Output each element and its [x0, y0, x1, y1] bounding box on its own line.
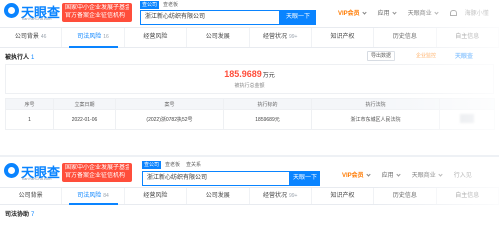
blurred-content	[460, 114, 474, 123]
header-nav: VIP会员 应用 天眼商业 行入见	[342, 170, 484, 179]
eye-logo-icon	[4, 163, 19, 178]
search-button[interactable]: 天眼一下	[290, 171, 320, 186]
business-link[interactable]: 天眼商业	[408, 8, 439, 17]
chevron-down-icon	[434, 10, 439, 15]
extra-link[interactable]: 行入见	[454, 170, 472, 179]
table-row[interactable]: 1 2022-01-06 (2022)浙0782执52号 1859689元 浙江…	[5, 109, 495, 130]
tab-history[interactable]: 历史信息	[374, 188, 437, 204]
tab-judicial-risk[interactable]: 司法风险 16	[62, 28, 125, 48]
cell-court: 浙江市东城区人民法院	[311, 109, 440, 130]
amount-summary: 185.9689万元 被执行总金额	[5, 64, 494, 94]
search-input[interactable]: 浙江新心纺织有限公司	[140, 10, 280, 25]
promo-line-2: 官方备案企业征信机构	[65, 173, 126, 179]
tab-operating-status[interactable]: 经营状况 99+	[250, 188, 312, 204]
search-tab-company[interactable]: 查公司	[140, 1, 160, 9]
executed-table: 序号 立案日期 案号 执行标的 执行法院 1 2022-01-06 (2022)…	[5, 98, 495, 130]
screenshot-top: 天眼查 TianYanCha.com 国家中小企业发展子基金旗下 官方备案企业征…	[0, 0, 499, 155]
section-title: 司法协助 7	[5, 212, 35, 218]
col-header-actions	[439, 98, 495, 110]
tab-company-development[interactable]: 公司发展	[187, 188, 250, 204]
search-type-tabs: 查公司 查老板 查关系	[142, 161, 205, 169]
col-header-date: 立案日期	[53, 98, 116, 110]
tab-operating-risk[interactable]: 经营风险	[125, 188, 188, 204]
site-header: 天眼查 TianYanCha.com 国家中小企业发展子基金旗下 官方备案企业征…	[0, 0, 499, 28]
total-amount-label: 被执行总金额	[234, 83, 265, 89]
search-type-tabs: 查公司 查老板	[140, 1, 182, 9]
cell-index: 1	[5, 109, 54, 130]
company-tabs: 公司背景 46 司法风险 16 经营风险 公司发展 经营状况 99+ 知识产权 历史信…	[0, 28, 499, 48]
section-header: 司法协助 7	[0, 205, 499, 221]
brand-sub: TianYanCha.com	[21, 176, 52, 181]
promo-line-2: 官方备案企业征信机构	[65, 13, 126, 19]
col-header-case: 案号	[115, 98, 224, 110]
brand-logo[interactable]: 天眼查 TianYanCha.com	[4, 2, 62, 22]
cell-actions	[439, 109, 495, 130]
app-link[interactable]: 应用	[378, 8, 397, 17]
tab-operating-risk[interactable]: 经营风险	[125, 28, 188, 47]
promo-line-1: 国家中小企业发展子基金旗下	[65, 5, 129, 11]
tab-self-info[interactable]: 自主信息	[437, 28, 499, 47]
total-amount: 185.9689万元	[224, 69, 275, 79]
eye-logo-icon	[4, 3, 19, 18]
tab-judicial-risk[interactable]: 司法风险 84	[62, 188, 125, 205]
export-button[interactable]: 导出数据	[367, 51, 396, 61]
header-nav: VIP会员 应用 天眼商业 海豚小懂	[338, 8, 499, 17]
tab-history[interactable]: 历史信息	[374, 28, 437, 47]
chevron-down-icon	[438, 172, 443, 177]
vip-link[interactable]: VIP会员	[342, 170, 371, 179]
cell-amount: 1859689元	[223, 109, 312, 130]
section-header: 被执行人 1 导出数据 企业监控 天眼查	[0, 48, 499, 64]
brand-sub: TianYanCha.com	[21, 16, 52, 21]
vip-link[interactable]: VIP会员	[338, 8, 367, 17]
search-tab-company[interactable]: 查公司	[142, 161, 162, 169]
search-tab-boss[interactable]: 查老板	[161, 1, 180, 9]
screenshot-bottom: 天眼查 TianYanCha.com 国家中小企业发展子基金旗下 官方备案企业征…	[0, 157, 499, 243]
search-tab-relation[interactable]: 查关系	[184, 161, 203, 169]
business-link[interactable]: 天眼商业	[412, 170, 443, 179]
search-input[interactable]: 浙江新心纺织有限公司	[142, 171, 290, 186]
promo-badge: 国家中小企业发展子基金旗下 官方备案企业征信机构	[62, 163, 132, 182]
user-menu[interactable]: 海豚小懂	[465, 8, 489, 17]
tab-company-development[interactable]: 公司发展	[187, 28, 250, 47]
search-tab-boss[interactable]: 查老板	[163, 161, 182, 169]
cell-date: 2022-01-06	[53, 109, 116, 130]
chevron-down-icon	[362, 10, 367, 15]
search-button[interactable]: 天眼一下	[280, 10, 316, 25]
bell-icon[interactable]	[449, 9, 457, 16]
col-header-amount: 执行标的	[223, 98, 312, 110]
col-header-index: 序号	[5, 98, 54, 110]
brand-watermark: 天眼查	[455, 54, 474, 60]
tab-company-background[interactable]: 公司背景 46	[0, 28, 63, 47]
cell-case[interactable]: (2022)浙0782执52号	[115, 109, 224, 130]
app-link[interactable]: 应用	[382, 170, 401, 179]
promo-badge: 国家中小企业发展子基金旗下 官方备案企业征信机构	[62, 3, 132, 22]
tab-operating-status[interactable]: 经营状况 99+	[250, 28, 312, 47]
tab-ip[interactable]: 知识产权	[312, 188, 375, 204]
chevron-down-icon	[366, 172, 371, 177]
tab-company-background[interactable]: 公司背景	[0, 188, 63, 204]
site-header: 天眼查 TianYanCha.com 国家中小企业发展子基金旗下 官方备案企业征…	[0, 157, 499, 187]
section-title: 被执行人 1	[5, 55, 35, 61]
monitor-link[interactable]: 企业监控	[416, 52, 436, 59]
chevron-down-icon	[392, 10, 397, 15]
table-header-row: 序号 立案日期 案号 执行标的 执行法院	[5, 98, 495, 110]
company-tabs: 公司背景 司法风险 84 经营风险 公司发展 经营状况 99+ 知识产权 历史信息 …	[0, 187, 499, 205]
brand-logo[interactable]: 天眼查 TianYanCha.com	[4, 162, 62, 182]
tab-self-info[interactable]: 自主信息	[437, 188, 499, 204]
promo-line-1: 国家中小企业发展子基金旗下	[65, 165, 129, 171]
tab-ip[interactable]: 知识产权	[312, 28, 375, 47]
col-header-court: 执行法院	[311, 98, 440, 110]
chevron-down-icon	[396, 172, 401, 177]
